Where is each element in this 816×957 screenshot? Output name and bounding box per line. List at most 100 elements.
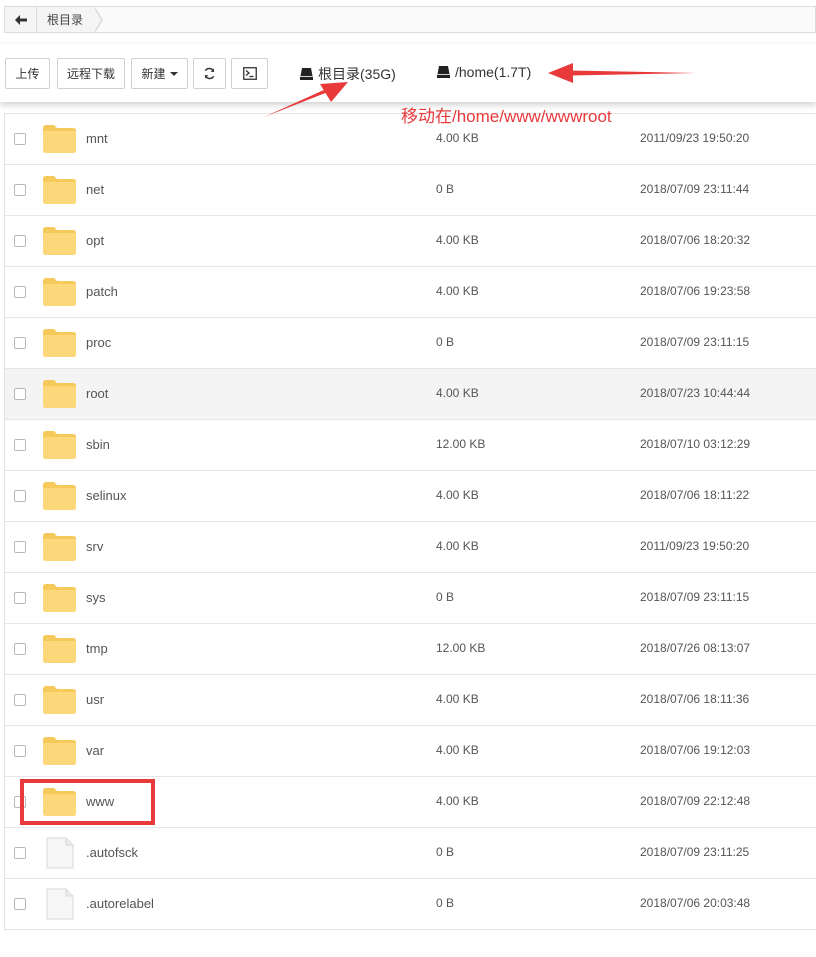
table-row[interactable]: .autorelabel 0 B 2018/07/06 20:03:48 (5, 878, 816, 929)
table-row[interactable]: opt 4.00 KB 2018/07/06 18:20:32 (5, 215, 816, 266)
table-row[interactable]: root 4.00 KB 2018/07/23 10:44:44 (5, 368, 816, 419)
caret-down-icon (169, 71, 178, 76)
file-name[interactable]: opt (86, 233, 104, 248)
row-checkbox[interactable] (14, 388, 26, 400)
row-checkbox[interactable] (14, 439, 26, 451)
folder-icon (43, 431, 76, 462)
file-icon (46, 837, 74, 872)
row-checkbox[interactable] (14, 184, 26, 196)
row-checkbox[interactable] (14, 235, 26, 247)
table-row[interactable]: var 4.00 KB 2018/07/06 19:12:03 (5, 725, 816, 776)
file-size: 4.00 KB (436, 743, 479, 757)
disk-home[interactable]: /home(1.7T) (437, 64, 531, 80)
table-row[interactable]: srv 4.00 KB 2011/09/23 19:50:20 (5, 521, 816, 572)
file-name[interactable]: usr (86, 692, 104, 707)
toolbar: 上传 远程下载 新建 根目录(35G) /home(1.7T) (0, 44, 816, 102)
annotation-text: 移动在/home/www/wwwroot (401, 107, 612, 126)
file-name[interactable]: patch (86, 284, 118, 299)
row-checkbox[interactable] (14, 643, 26, 655)
breadcrumb-separator (94, 7, 104, 33)
folder-icon (43, 329, 76, 360)
folder-icon (43, 584, 76, 615)
file-name[interactable]: root (86, 386, 108, 401)
file-name[interactable]: sbin (86, 437, 110, 452)
disk-label: /home(1.7T) (455, 64, 532, 80)
folder-icon (43, 380, 76, 411)
file-size: 12.00 KB (436, 641, 486, 655)
row-checkbox[interactable] (14, 847, 26, 859)
new-button-label: 新建 (141, 67, 166, 81)
terminal-icon (242, 67, 257, 80)
file-modified-date: 2018/07/06 19:23:58 (640, 284, 751, 298)
table-row[interactable]: .autofsck 0 B 2018/07/09 23:11:25 (5, 827, 816, 878)
file-modified-date: 2018/07/09 23:11:25 (640, 845, 750, 859)
file-name[interactable]: .autorelabel (86, 896, 154, 911)
table-row[interactable]: usr 4.00 KB 2018/07/06 18:11:36 (5, 674, 816, 725)
table-row[interactable]: patch 4.00 KB 2018/07/06 19:23:58 (5, 266, 816, 317)
file-name[interactable]: sys (86, 590, 106, 605)
remote-download-button[interactable]: 远程下载 (57, 58, 125, 89)
file-name[interactable]: var (86, 743, 104, 758)
hard-drive-icon (437, 66, 450, 78)
row-checkbox[interactable] (14, 286, 26, 298)
table-row[interactable]: proc 0 B 2018/07/09 23:11:15 (5, 317, 816, 368)
folder-icon (43, 482, 76, 513)
folder-icon (43, 125, 76, 156)
back-button[interactable] (5, 7, 37, 32)
file-name[interactable]: net (86, 182, 104, 197)
row-checkbox[interactable] (14, 694, 26, 706)
folder-icon (43, 533, 76, 564)
file-size: 4.00 KB (436, 794, 479, 808)
annotation-highlight-box (20, 779, 155, 825)
row-checkbox[interactable] (14, 490, 26, 502)
breadcrumb-item-label: 根目录 (47, 13, 84, 27)
file-size: 0 B (436, 845, 455, 859)
file-modified-date: 2018/07/10 03:12:29 (640, 437, 751, 451)
file-size: 4.00 KB (436, 488, 479, 502)
file-modified-date: 2018/07/06 19:12:03 (640, 743, 751, 757)
file-size: 4.00 KB (436, 131, 479, 145)
file-modified-date: 2011/09/23 19:50:20 (640, 131, 750, 145)
table-row[interactable]: sys 0 B 2018/07/09 23:11:15 (5, 572, 816, 623)
table-row[interactable]: net 0 B 2018/07/09 23:11:44 (5, 164, 816, 215)
table-row[interactable]: selinux 4.00 KB 2018/07/06 18:11:22 (5, 470, 816, 521)
row-checkbox[interactable] (14, 898, 26, 910)
breadcrumb: 根目录 (4, 6, 816, 33)
file-size: 0 B (436, 896, 455, 910)
file-name[interactable]: tmp (86, 641, 108, 656)
upload-button[interactable]: 上传 (5, 58, 50, 89)
disk-root[interactable]: 根目录(35G) (300, 64, 396, 84)
file-modified-date: 2011/09/23 19:50:20 (640, 539, 750, 553)
table-row[interactable]: sbin 12.00 KB 2018/07/10 03:12:29 (5, 419, 816, 470)
row-checkbox[interactable] (14, 133, 26, 145)
file-size: 4.00 KB (436, 692, 479, 706)
file-size: 4.00 KB (436, 386, 479, 400)
folder-icon (43, 227, 76, 258)
folder-icon (43, 278, 76, 309)
row-checkbox[interactable] (14, 592, 26, 604)
file-size: 0 B (436, 182, 455, 196)
terminal-button[interactable] (231, 58, 268, 89)
new-dropdown-button[interactable]: 新建 (131, 58, 188, 89)
file-size: 0 B (436, 590, 455, 604)
file-name[interactable]: selinux (86, 488, 126, 503)
file-icon (46, 888, 74, 923)
file-name[interactable]: srv (86, 539, 103, 554)
folder-icon (43, 686, 76, 717)
folder-icon (43, 635, 76, 666)
file-name[interactable]: .autofsck (86, 845, 138, 860)
file-name[interactable]: mnt (86, 131, 108, 146)
row-checkbox[interactable] (14, 541, 26, 553)
file-name[interactable]: proc (86, 335, 111, 350)
row-checkbox[interactable] (14, 337, 26, 349)
breadcrumb-item-root[interactable]: 根目录 (37, 7, 96, 32)
arrow-left-icon (14, 14, 27, 25)
file-size: 4.00 KB (436, 284, 479, 298)
file-modified-date: 2018/07/06 18:20:32 (640, 233, 751, 247)
hard-drive-icon (300, 68, 313, 80)
refresh-button[interactable] (193, 58, 226, 89)
row-checkbox[interactable] (14, 745, 26, 757)
refresh-icon (204, 67, 215, 80)
folder-icon (43, 737, 76, 768)
table-row[interactable]: tmp 12.00 KB 2018/07/26 08:13:07 (5, 623, 816, 674)
